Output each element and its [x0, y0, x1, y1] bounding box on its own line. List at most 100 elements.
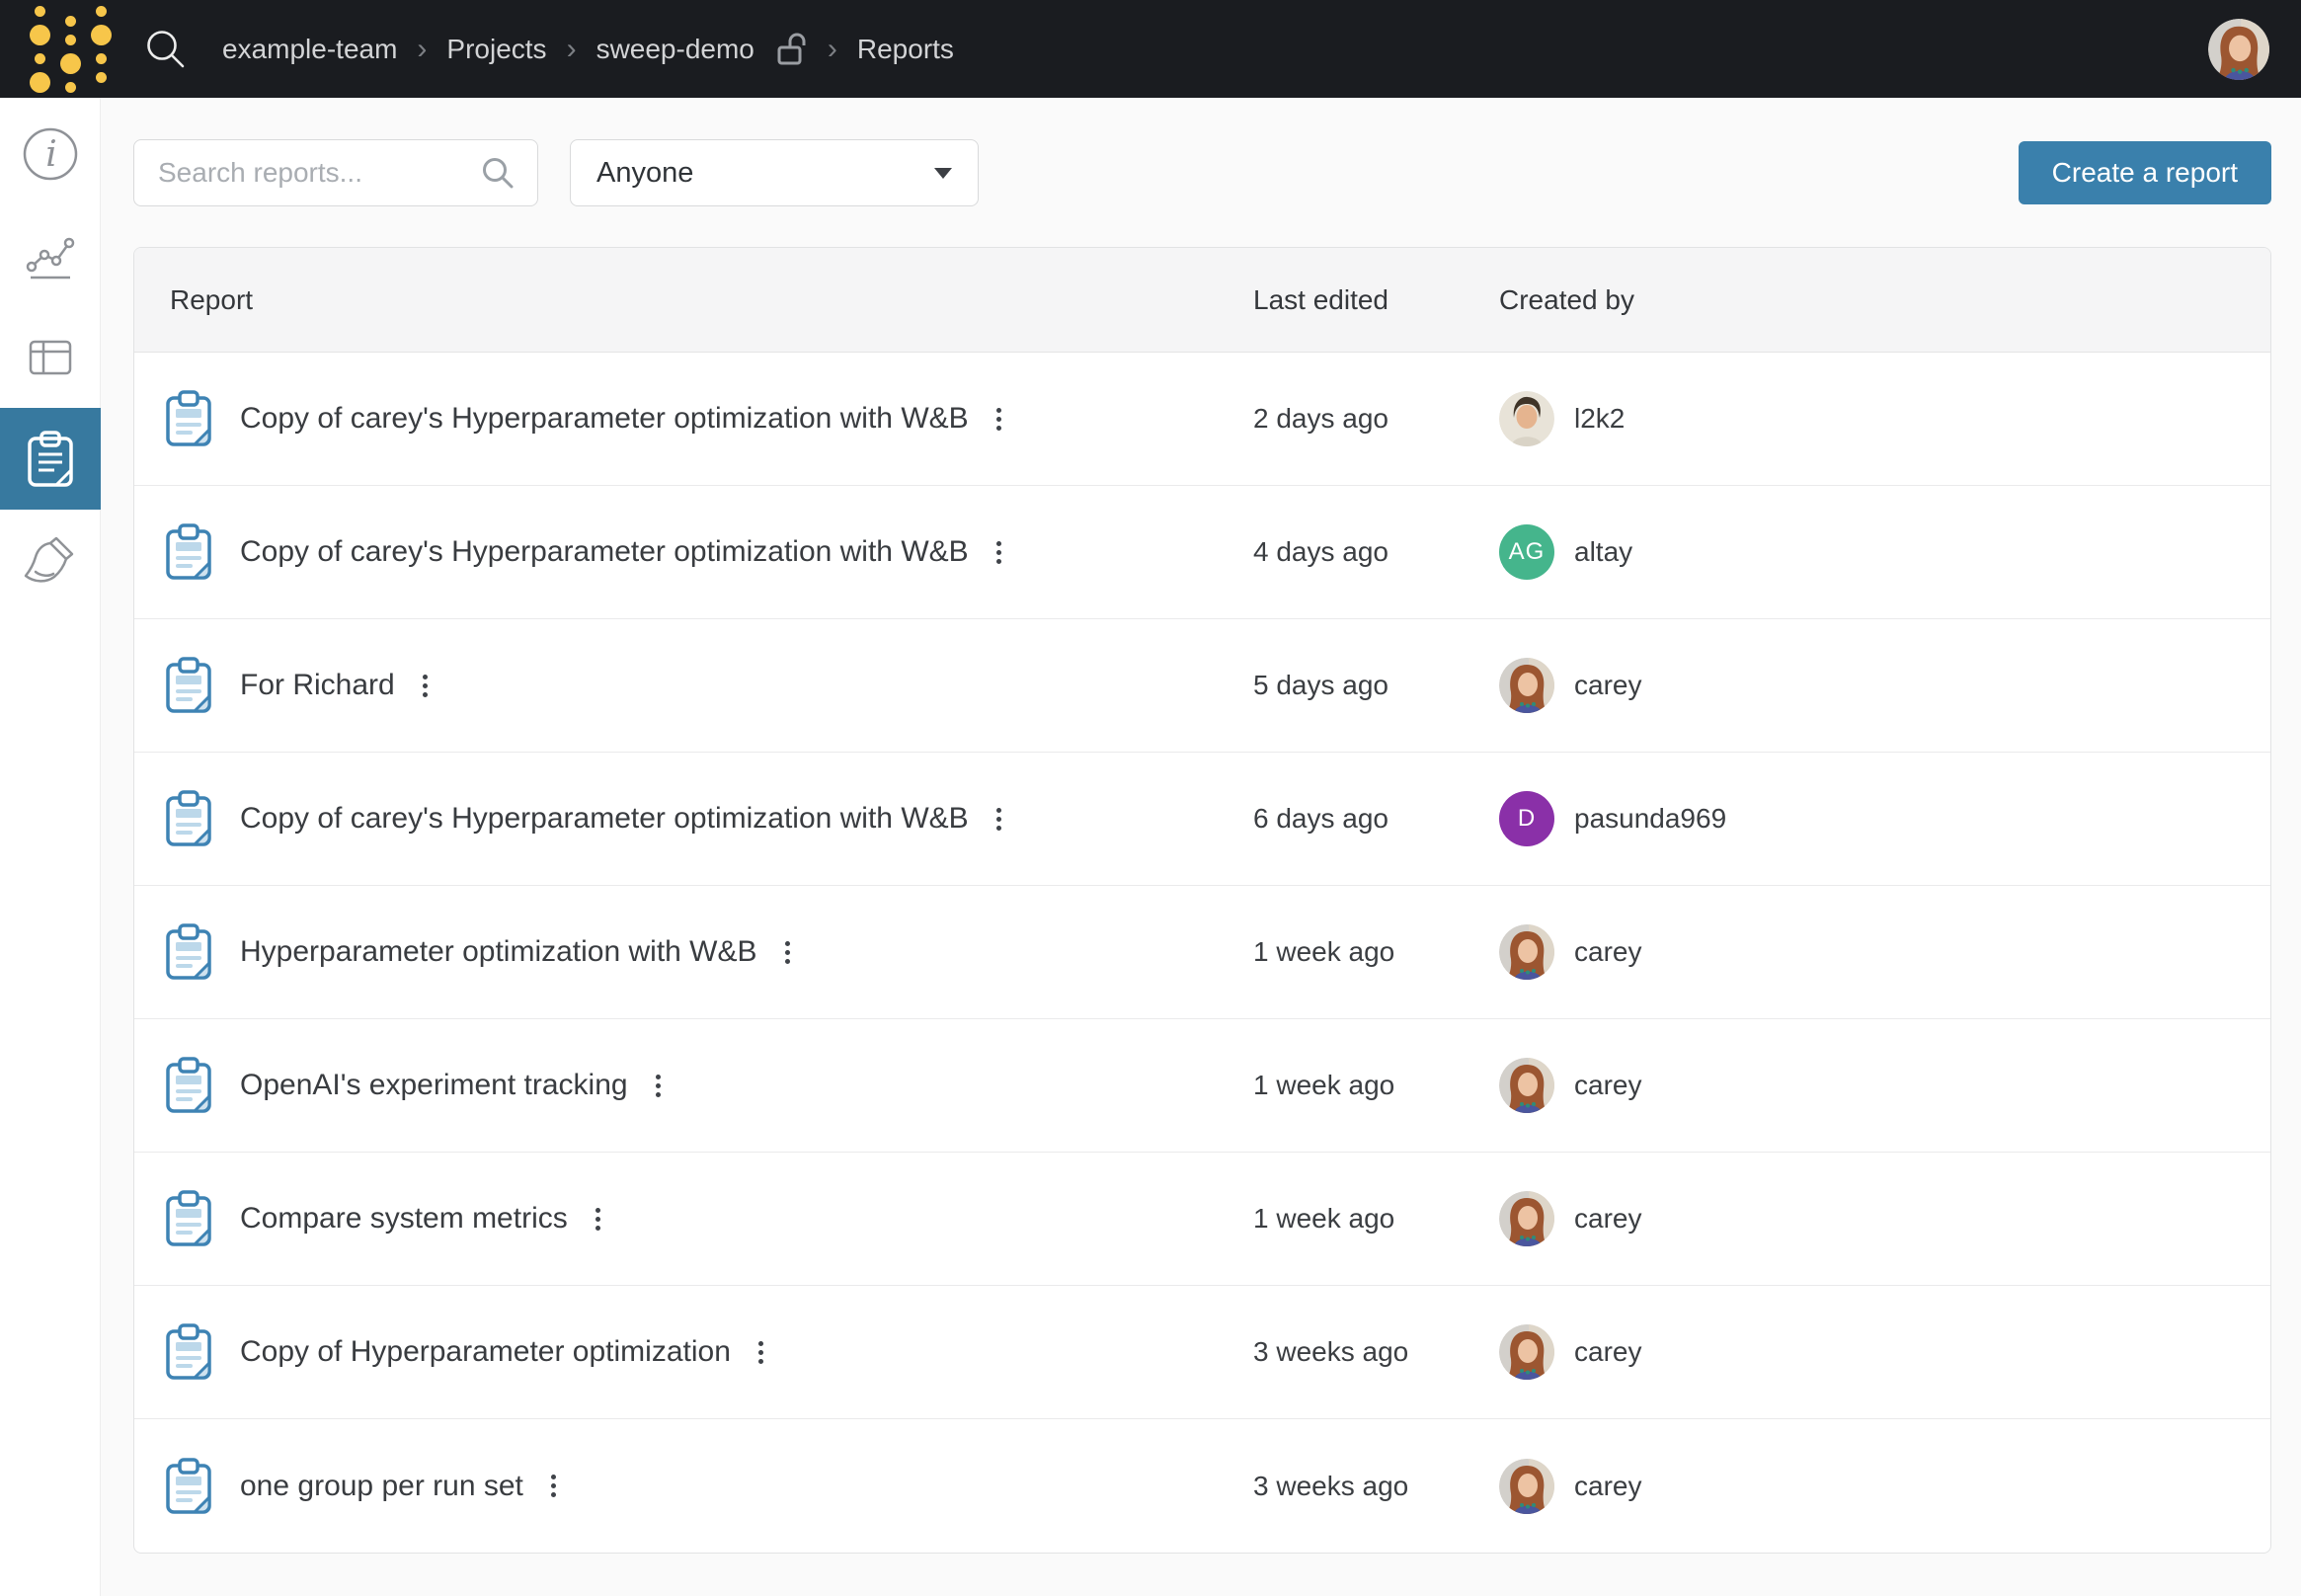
creator-filter-dropdown[interactable]: Anyone: [570, 139, 979, 206]
report-link[interactable]: Hyperparameter optimization with W&B: [240, 935, 757, 969]
last-edited: 5 days ago: [1253, 670, 1499, 701]
last-edited: 1 week ago: [1253, 1203, 1499, 1235]
table-row: Compare system metrics 1 week ago carey: [134, 1153, 2270, 1286]
report-clipboard-icon: [165, 1190, 212, 1247]
breadcrumb-team[interactable]: example-team: [222, 34, 397, 65]
last-edited: 1 week ago: [1253, 936, 1499, 968]
column-header-last-edited: Last edited: [1253, 284, 1499, 316]
last-edited: 3 weeks ago: [1253, 1471, 1499, 1502]
row-menu-icon[interactable]: [415, 667, 436, 705]
report-clipboard-icon: [165, 1057, 212, 1114]
report-clipboard-icon: [165, 1458, 212, 1515]
column-header-created-by: Created by: [1499, 284, 2270, 316]
row-menu-icon[interactable]: [777, 933, 798, 972]
last-edited: 1 week ago: [1253, 1070, 1499, 1101]
table-row: OpenAI's experiment tracking 1 week ago …: [134, 1019, 2270, 1153]
last-edited: 2 days ago: [1253, 403, 1499, 435]
row-menu-icon[interactable]: [751, 1333, 771, 1372]
table-header: Report Last edited Created by: [134, 248, 2270, 353]
creator-name: carey: [1574, 1203, 1641, 1235]
filter-value: Anyone: [596, 157, 693, 190]
report-link[interactable]: Compare system metrics: [240, 1202, 568, 1236]
create-report-button[interactable]: Create a report: [2019, 141, 2271, 204]
sidebar-item-charts[interactable]: [0, 204, 101, 306]
creator-name: carey: [1574, 1471, 1641, 1502]
table-row: Hyperparameter optimization with W&B 1 w…: [134, 886, 2270, 1019]
report-link[interactable]: OpenAI's experiment tracking: [240, 1069, 628, 1102]
unlocked-icon: [776, 31, 808, 68]
breadcrumb-project[interactable]: sweep-demo: [596, 34, 754, 65]
last-edited: 3 weeks ago: [1253, 1336, 1499, 1368]
top-navbar: example-team › Projects › sweep-demo › R…: [0, 0, 2301, 98]
chevron-right-icon: ›: [417, 33, 427, 66]
breadcrumb-projects[interactable]: Projects: [446, 34, 546, 65]
sidebar-item-tables[interactable]: [0, 306, 101, 408]
wandb-logo-icon[interactable]: [30, 6, 112, 93]
creator-avatar[interactable]: [1499, 1324, 1554, 1380]
table-row: For Richard 5 days ago carey: [134, 619, 2270, 753]
column-header-report: Report: [134, 284, 1253, 316]
creator-avatar[interactable]: [1499, 391, 1554, 446]
creator-name: carey: [1574, 1336, 1641, 1368]
row-menu-icon[interactable]: [543, 1467, 564, 1505]
sidebar-item-sweeps[interactable]: [0, 510, 101, 611]
report-clipboard-icon: [165, 1323, 212, 1381]
reports-table: Report Last edited Created by Copy of ca…: [133, 247, 2271, 1554]
report-link[interactable]: For Richard: [240, 669, 395, 702]
breadcrumb: example-team › Projects › sweep-demo › R…: [222, 31, 954, 68]
creator-avatar[interactable]: [1499, 1191, 1554, 1246]
creator-name: pasunda969: [1574, 803, 1726, 835]
creator-avatar[interactable]: [1499, 1459, 1554, 1514]
clipboard-icon: [27, 431, 74, 488]
reports-page: Anyone Create a report Report Last edite…: [133, 98, 2271, 1554]
breadcrumb-reports[interactable]: Reports: [857, 34, 954, 65]
project-sidebar: i: [0, 98, 101, 1596]
last-edited: 6 days ago: [1253, 803, 1499, 835]
creator-name: carey: [1574, 670, 1641, 701]
search-icon[interactable]: [143, 27, 189, 72]
table-row: Copy of Hyperparameter optimization 3 we…: [134, 1286, 2270, 1419]
creator-name: l2k2: [1574, 403, 1625, 435]
table-row: Copy of carey's Hyperparameter optimizat…: [134, 486, 2270, 619]
search-reports-input[interactable]: [156, 156, 480, 190]
svg-text:i: i: [45, 134, 57, 175]
table-icon: [23, 330, 78, 385]
row-menu-icon[interactable]: [989, 533, 1009, 572]
search-icon: [480, 155, 516, 191]
last-edited: 4 days ago: [1253, 536, 1499, 568]
row-menu-icon[interactable]: [989, 400, 1009, 439]
report-clipboard-icon: [165, 523, 212, 581]
line-chart-icon: [23, 228, 78, 283]
info-icon: i: [23, 126, 78, 182]
creator-avatar[interactable]: [1499, 1058, 1554, 1113]
report-clipboard-icon: [165, 790, 212, 847]
chevron-right-icon: ›: [567, 33, 577, 66]
user-avatar[interactable]: [2208, 19, 2269, 80]
creator-avatar[interactable]: AG: [1499, 524, 1554, 580]
table-row: Copy of carey's Hyperparameter optimizat…: [134, 353, 2270, 486]
sidebar-item-overview[interactable]: i: [0, 103, 101, 204]
row-menu-icon[interactable]: [989, 800, 1009, 838]
chevron-down-icon: [934, 168, 952, 179]
creator-name: carey: [1574, 936, 1641, 968]
report-link[interactable]: one group per run set: [240, 1470, 523, 1503]
report-link[interactable]: Copy of carey's Hyperparameter optimizat…: [240, 402, 969, 436]
chevron-right-icon: ›: [828, 33, 837, 66]
controls-bar: Anyone Create a report: [133, 139, 2271, 206]
report-link[interactable]: Copy of Hyperparameter optimization: [240, 1335, 731, 1369]
report-link[interactable]: Copy of carey's Hyperparameter optimizat…: [240, 535, 969, 569]
row-menu-icon[interactable]: [588, 1200, 608, 1238]
table-row: one group per run set 3 weeks ago carey: [134, 1419, 2270, 1553]
report-clipboard-icon: [165, 657, 212, 714]
sidebar-item-reports[interactable]: [0, 408, 101, 510]
creator-name: carey: [1574, 1070, 1641, 1101]
creator-avatar[interactable]: [1499, 924, 1554, 980]
table-row: Copy of carey's Hyperparameter optimizat…: [134, 753, 2270, 886]
report-link[interactable]: Copy of carey's Hyperparameter optimizat…: [240, 802, 969, 836]
row-menu-icon[interactable]: [648, 1067, 669, 1105]
creator-avatar[interactable]: D: [1499, 791, 1554, 846]
creator-avatar[interactable]: [1499, 658, 1554, 713]
report-clipboard-icon: [165, 923, 212, 981]
creator-name: altay: [1574, 536, 1632, 568]
broom-icon: [23, 533, 78, 589]
